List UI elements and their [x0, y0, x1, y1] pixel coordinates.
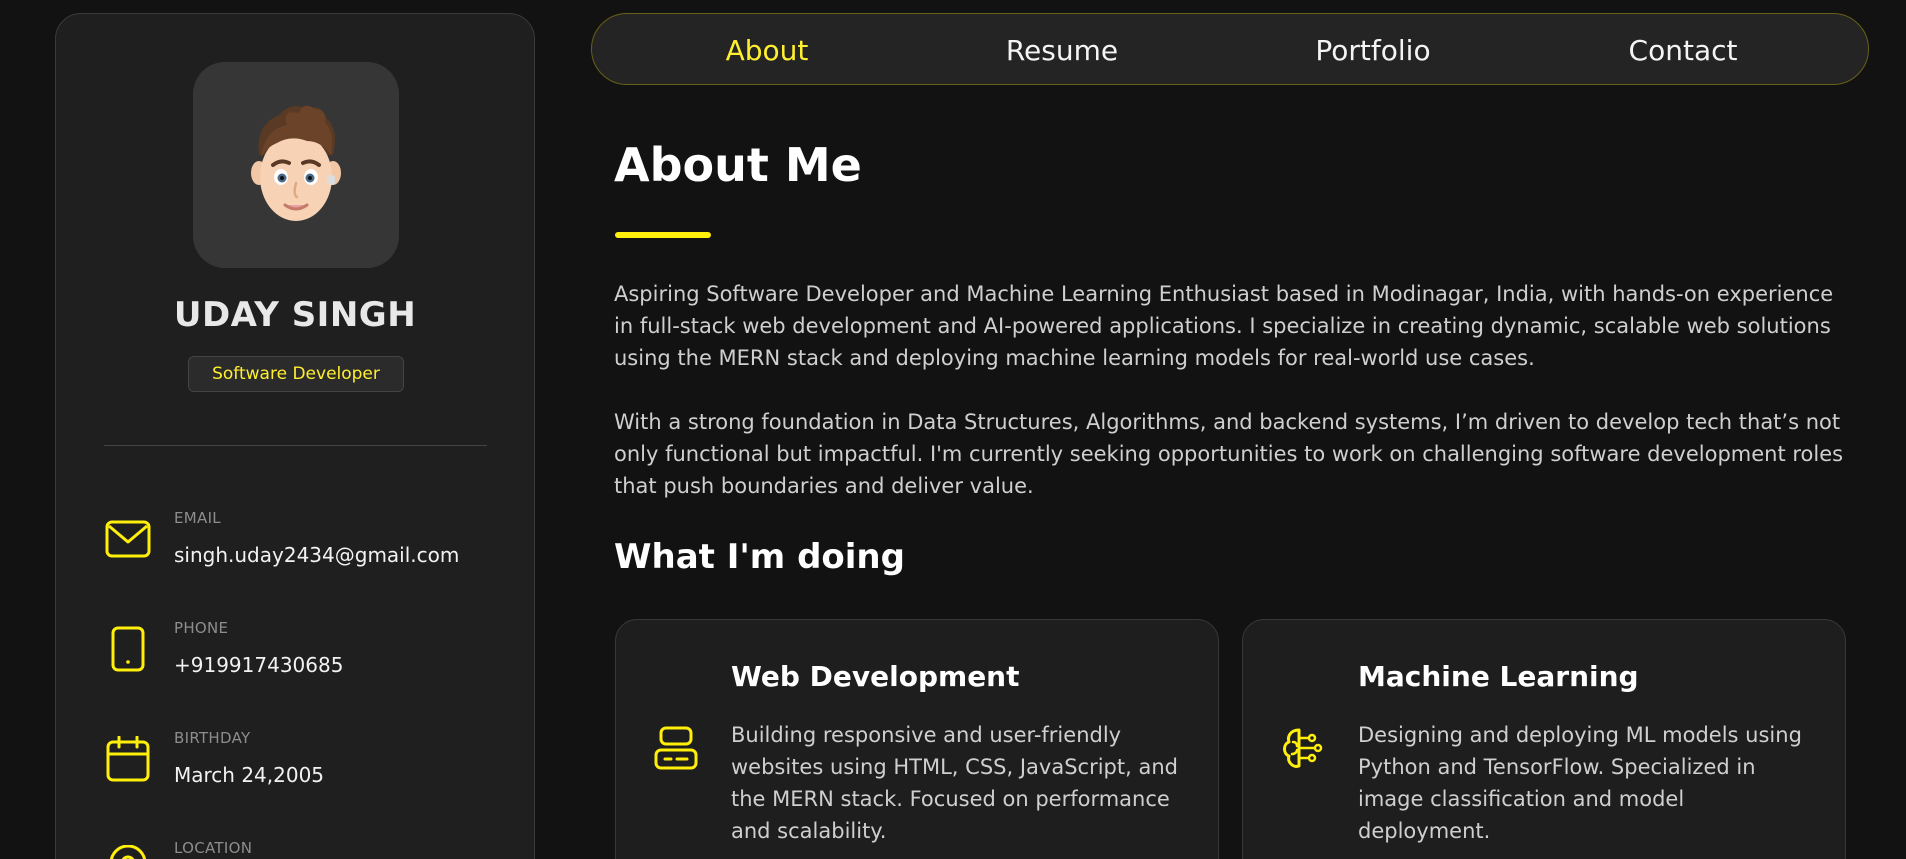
contact-email-label: EMAIL: [174, 509, 221, 527]
service-card-ml: Machine Learning Designing and deploying…: [1242, 619, 1846, 859]
service-card-web-text: Building responsive and user-friendly we…: [731, 723, 1178, 843]
contact-birthday-value: March 24,2005: [174, 763, 325, 787]
avatar: [193, 62, 399, 268]
nav-portfolio[interactable]: Portfolio: [1273, 14, 1473, 86]
server-icon: [646, 718, 706, 778]
service-card-ml-title: Machine Learning: [1358, 660, 1639, 693]
memoji-avatar-icon: [251, 105, 341, 221]
location-icon: [104, 845, 152, 859]
contact-phone-value[interactable]: +919917430685: [174, 653, 343, 677]
about-paragraph-2: With a strong foundation in Data Structu…: [614, 410, 1844, 498]
calendar-icon: [104, 735, 152, 783]
contact-phone-label: PHONE: [174, 619, 229, 637]
contact-email-value[interactable]: singh.uday2434@gmail.com: [174, 543, 459, 567]
profile-name: UDAY SINGH: [173, 295, 417, 335]
nav-about[interactable]: About: [667, 14, 867, 86]
nav-resume[interactable]: Resume: [962, 14, 1162, 86]
main-navbar: About Resume Portfolio Contact: [591, 13, 1869, 85]
nav-contact[interactable]: Contact: [1583, 14, 1783, 86]
heading-underline: [615, 232, 711, 238]
portfolio-page: UDAY SINGH Software Developer EMAIL sing…: [0, 0, 1906, 859]
services-heading: What I'm doing: [614, 537, 905, 577]
about-heading: About Me: [614, 138, 862, 192]
about-paragraph-1: Aspiring Software Developer and Machine …: [614, 282, 1834, 370]
mail-icon: [104, 515, 152, 563]
service-card-ml-text: Designing and deploying ML models using …: [1358, 723, 1802, 843]
service-card-web-title: Web Development: [731, 660, 1020, 693]
brain-icon: [1273, 718, 1333, 778]
sidebar-divider: [104, 445, 487, 446]
phone-icon: [104, 625, 152, 673]
service-card-web: Web Development Building responsive and …: [615, 619, 1219, 859]
contact-location-label: LOCATION: [174, 839, 253, 857]
contact-birthday-label: BIRTHDAY: [174, 729, 251, 747]
profile-title-badge: Software Developer: [188, 356, 404, 392]
profile-sidebar: UDAY SINGH Software Developer EMAIL sing…: [55, 13, 535, 859]
